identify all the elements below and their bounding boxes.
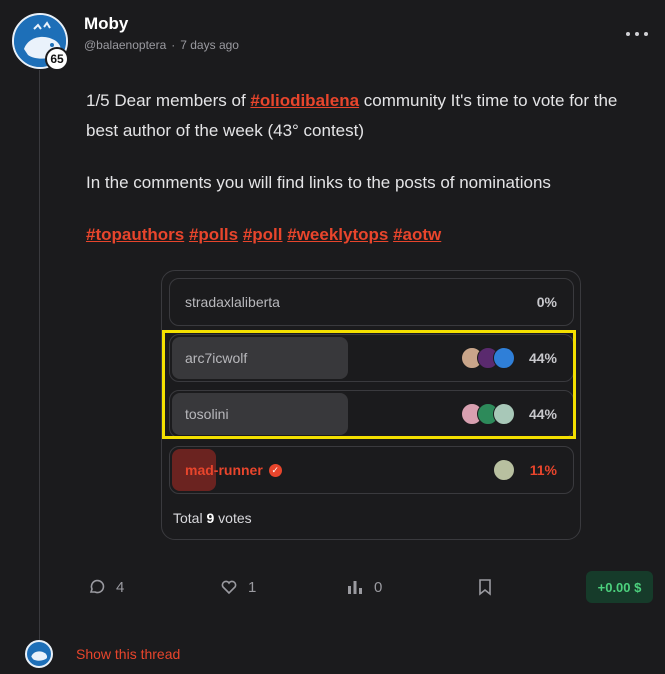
poll-option-label: stradaxlaliberta [185, 294, 280, 310]
voter-avatars [493, 459, 515, 481]
like-button[interactable]: 1 [220, 578, 256, 596]
hashtag-link[interactable]: #polls [189, 225, 238, 244]
thread-author-avatar[interactable] [25, 640, 53, 668]
bookmark-button[interactable] [477, 578, 493, 596]
comments-button[interactable]: 4 [88, 578, 124, 596]
poll-option-label: arc7icwolf [185, 350, 248, 366]
poll-option[interactable]: tosolini 44% [169, 390, 574, 438]
post-tags: #topauthors #polls #poll #weeklytops #ao… [86, 220, 646, 250]
post-paragraph-1: 1/5 Dear members of #oliodibalena commun… [86, 91, 618, 140]
stats-count: 0 [374, 578, 383, 596]
poll-option-percent: 44% [528, 406, 557, 422]
community-tag-link[interactable]: #oliodibalena [250, 91, 359, 110]
reputation-badge: 65 [45, 47, 69, 71]
check-badge-icon: ✓ [268, 463, 282, 477]
voter-avatar[interactable] [493, 459, 515, 481]
comment-icon [89, 579, 105, 594]
voter-avatars [461, 403, 515, 425]
author-handle[interactable]: @balaenoptera [84, 38, 166, 52]
post-body: 1/5 Dear members of #oliodibalena commun… [86, 86, 646, 272]
post-meta: @balaenoptera · 7 days ago [84, 38, 239, 52]
poll-total-votes: Total 9 votes [173, 510, 252, 526]
poll-option[interactable]: arc7icwolf 44% [169, 334, 574, 382]
comments-count: 4 [116, 578, 125, 596]
voter-avatar[interactable] [493, 347, 515, 369]
show-thread-link[interactable]: Show this thread [76, 646, 180, 662]
more-options-button[interactable] [626, 24, 648, 44]
dot-icon [644, 32, 648, 36]
hashtag-link[interactable]: #aotw [393, 225, 441, 244]
poll-option-label-text: mad-runner [185, 462, 263, 478]
payout-button[interactable]: +0.00 $ [586, 571, 653, 603]
voter-avatar[interactable] [493, 403, 515, 425]
likes-count: 1 [248, 578, 257, 596]
whale-logo-icon [31, 651, 48, 661]
bookmark-icon [479, 579, 491, 596]
post-time[interactable]: 7 days ago [180, 38, 239, 52]
dot-icon [635, 32, 639, 36]
poll-option[interactable]: stradaxlaliberta 0% [169, 278, 574, 326]
poll-card: stradaxlaliberta 0% arc7icwolf 44% tosol… [161, 270, 581, 540]
dot-icon [626, 32, 630, 36]
post-paragraph-2: In the comments you will find links to t… [86, 173, 551, 192]
thread-line [39, 70, 40, 640]
poll-option-label: tosolini [185, 406, 229, 422]
hashtag-link[interactable]: #weeklytops [287, 225, 388, 244]
meta-separator: · [171, 38, 176, 52]
poll-option-percent: 0% [536, 294, 557, 310]
hashtag-link[interactable]: #topauthors [86, 225, 184, 244]
poll-option-label: mad-runner ✓ [185, 462, 282, 478]
poll-option-percent: 44% [528, 350, 557, 366]
heart-icon [221, 580, 237, 595]
voter-avatars [461, 347, 515, 369]
bar-chart-icon [348, 581, 362, 594]
author-name[interactable]: Moby [84, 14, 128, 34]
poll-option[interactable]: mad-runner ✓ 11% [169, 446, 574, 494]
hashtag-link[interactable]: #poll [243, 225, 283, 244]
stats-button[interactable]: 0 [346, 578, 382, 596]
poll-option-percent: 11% [529, 462, 557, 478]
